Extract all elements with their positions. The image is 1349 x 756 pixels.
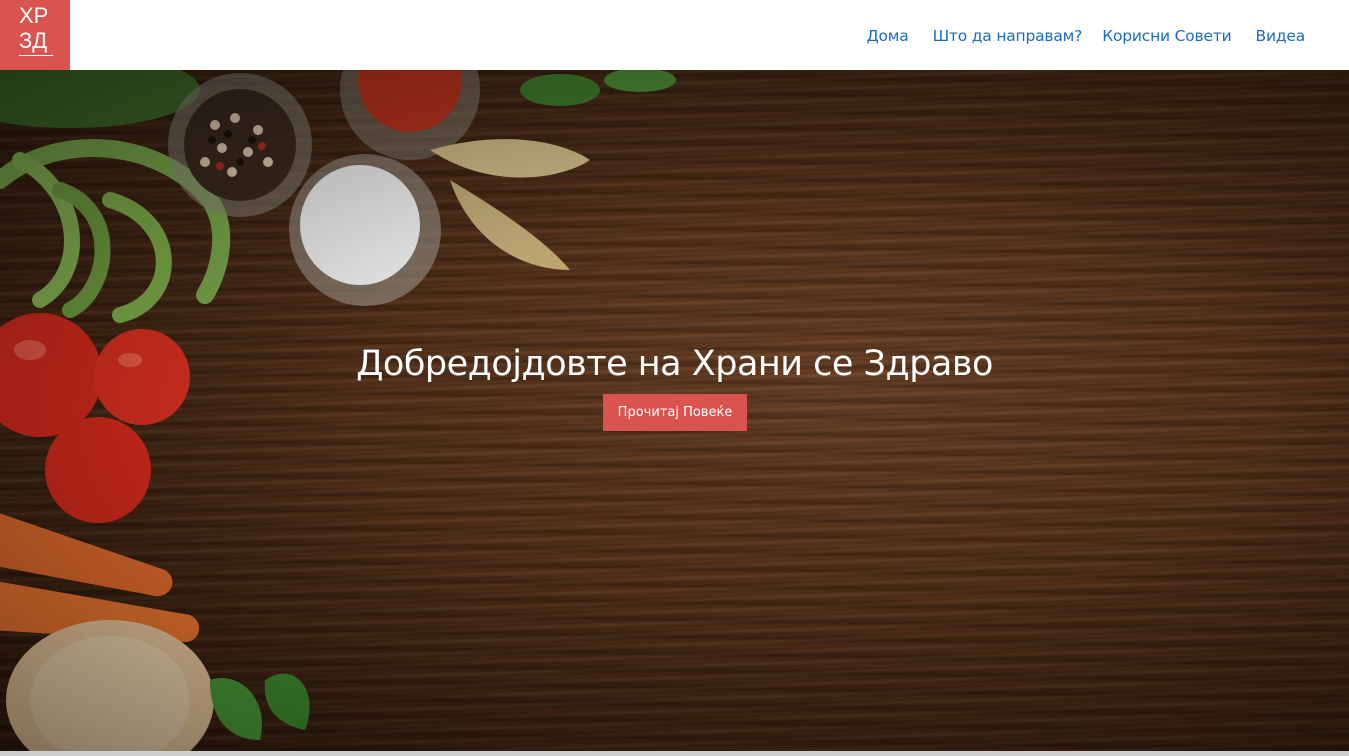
nav-item-videos: Видеа — [1256, 26, 1306, 45]
hero-section: Добредојдовте на Храни се Здраво Прочита… — [0, 70, 1349, 756]
logo-underline — [19, 55, 53, 56]
main-nav: Дома Што да направам? Корисни Совети Вид… — [867, 0, 1306, 70]
nav-item-what-to-do: Што да направам? — [933, 26, 1083, 45]
site-logo[interactable]: ХР ЗД — [0, 0, 70, 70]
nav-link-tips[interactable]: Корисни Совети — [1102, 27, 1232, 45]
hero-title: Добредојдовте на Храни се Здраво — [356, 344, 993, 384]
nav-link-videos[interactable]: Видеа — [1256, 27, 1306, 45]
hero-bottom-strip — [0, 751, 1349, 756]
nav-item-tips: Корисни Совети — [1102, 26, 1232, 45]
logo-line-1: ХР — [19, 3, 49, 28]
nav-link-home[interactable]: Дома — [867, 27, 909, 45]
read-more-button[interactable]: Прочитај Повеќе — [603, 394, 747, 431]
navbar: ХР ЗД Дома Што да направам? Корисни Сове… — [0, 0, 1349, 70]
nav-item-home: Дома — [867, 26, 909, 45]
logo-line-2: ЗД — [19, 28, 48, 53]
nav-link-what-to-do[interactable]: Што да направам? — [933, 27, 1083, 45]
